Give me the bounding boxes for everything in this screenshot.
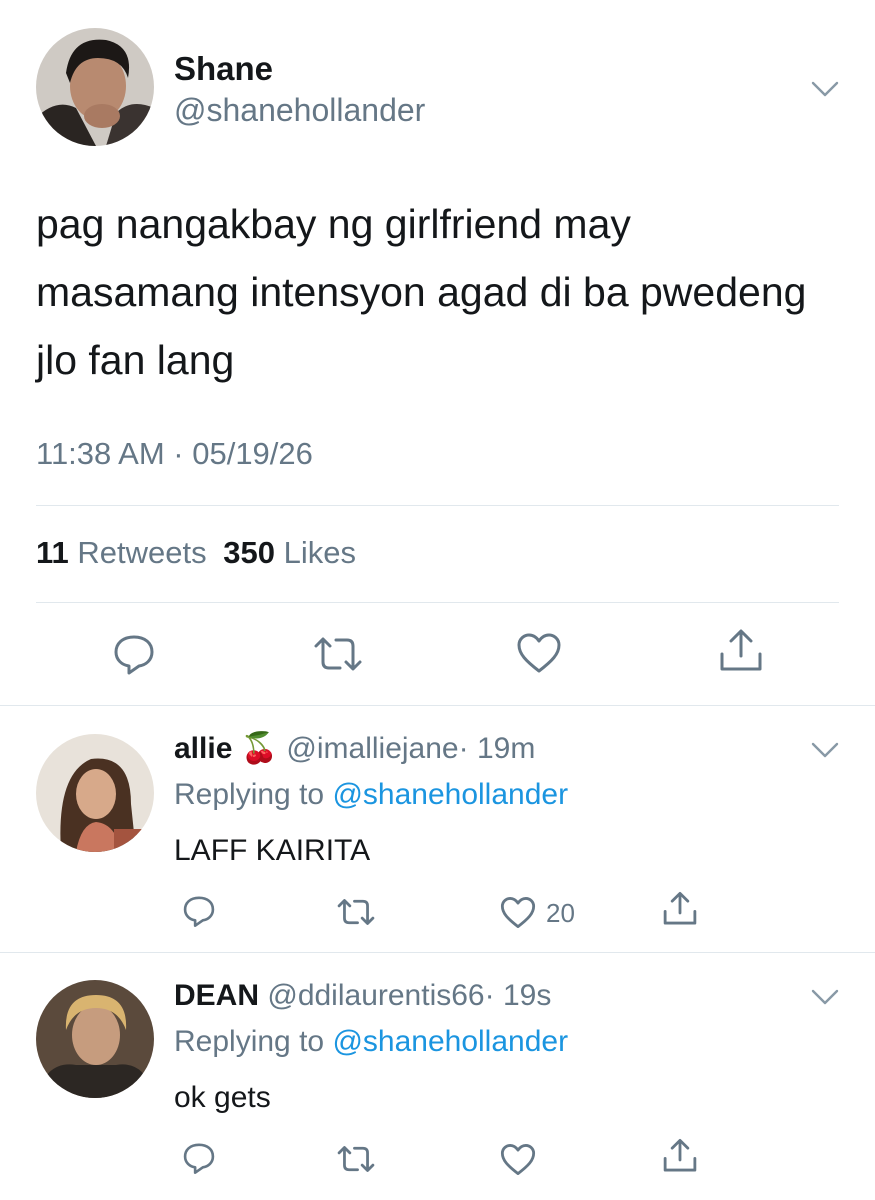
reply-avatar[interactable] [36, 980, 154, 1098]
replying-to: Replying to @shanehollander [174, 1025, 568, 1059]
tweet-stats: 11 Retweets 350 Likes [36, 535, 356, 571]
retweets-label[interactable]: Retweets [77, 535, 206, 570]
reply-header: DEAN @ddilaurentis66· 19s [174, 979, 551, 1013]
likes-count[interactable]: 350 [223, 535, 275, 570]
replying-prefix: Replying to [174, 1025, 325, 1058]
like-icon[interactable] [500, 896, 536, 929]
share-icon[interactable] [662, 891, 698, 927]
tweet-text: pag nangakbay ng girlfriend may masamang… [36, 201, 807, 383]
replying-to-link[interactable]: @shanehollander [332, 1025, 568, 1058]
author-handle[interactable]: @shanehollander [174, 92, 425, 129]
reply-author-name[interactable]: allie [174, 732, 232, 765]
author-name[interactable]: Shane [174, 50, 273, 88]
chevron-down-icon[interactable] [810, 740, 840, 760]
likes-label[interactable]: Likes [284, 535, 356, 570]
reply-text: ok gets [174, 1081, 271, 1114]
reply-time[interactable]: · 19m [459, 732, 536, 765]
reply-avatar[interactable] [36, 734, 154, 852]
divider [36, 602, 839, 603]
reply-text: LAFF KAIRITA [174, 834, 371, 867]
replying-to-link[interactable]: @shanehollander [332, 778, 568, 811]
cherry-emoji: 🍒 [240, 732, 279, 765]
retweet-icon[interactable] [336, 1142, 376, 1176]
main-avatar[interactable] [36, 28, 154, 146]
like-icon[interactable] [516, 632, 562, 674]
chevron-down-icon[interactable] [810, 987, 840, 1007]
replying-prefix: Replying to [174, 778, 325, 811]
divider [0, 952, 875, 953]
retweet-icon[interactable] [336, 895, 376, 929]
reply-author-handle[interactable]: @imalliejane [286, 732, 458, 765]
replying-to: Replying to @shanehollander [174, 778, 568, 812]
like-count: 20 [546, 898, 575, 928]
divider [36, 505, 839, 506]
retweets-count[interactable]: 11 [36, 535, 69, 570]
reply-icon[interactable] [182, 894, 216, 928]
retweet-icon[interactable] [312, 632, 364, 676]
reply-time[interactable]: · 19s [485, 979, 552, 1012]
reply-icon[interactable] [182, 1141, 216, 1175]
chevron-down-icon[interactable] [810, 79, 840, 99]
share-icon[interactable] [662, 1138, 698, 1174]
share-icon[interactable] [718, 628, 764, 674]
reply-header: allie 🍒 @imalliejane· 19m [174, 731, 535, 766]
like-icon[interactable] [500, 1143, 536, 1176]
divider [0, 705, 875, 706]
reply-icon[interactable] [112, 632, 156, 676]
reply-author-name[interactable]: DEAN [174, 979, 259, 1012]
reply-author-handle[interactable]: @ddilaurentis66 [267, 979, 484, 1012]
tweet-timestamp[interactable]: 11:38 AM · 05/19/26 [36, 436, 313, 472]
